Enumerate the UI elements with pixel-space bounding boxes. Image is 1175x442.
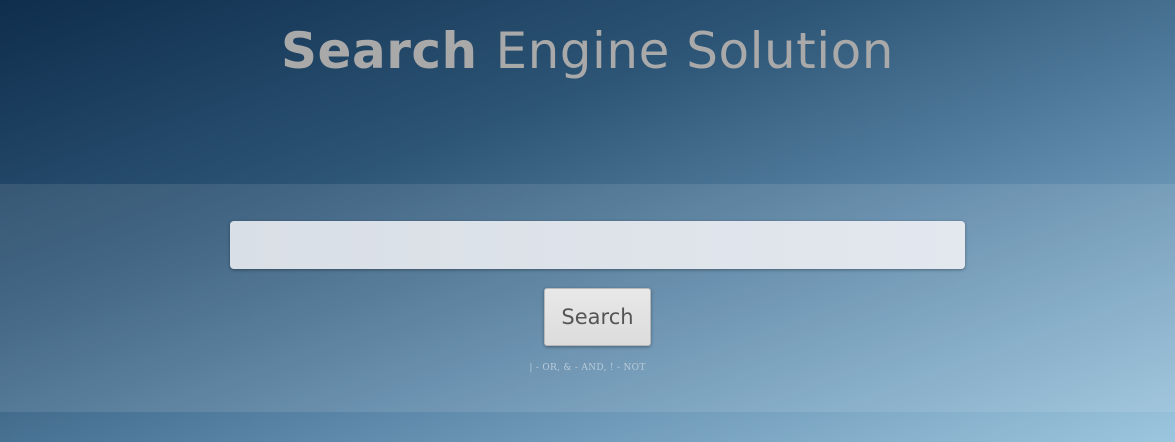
search-button[interactable]: Search [544,288,651,346]
page-title-light: Engine Solution [495,22,894,80]
header: Search Engine Solution [0,0,1175,184]
search-operators-hint: | - OR, & - AND, ! - NOT [529,363,646,373]
search-input[interactable] [230,221,965,269]
page-title: Search Engine Solution [0,18,1175,84]
page-title-bold: Search [281,22,478,80]
